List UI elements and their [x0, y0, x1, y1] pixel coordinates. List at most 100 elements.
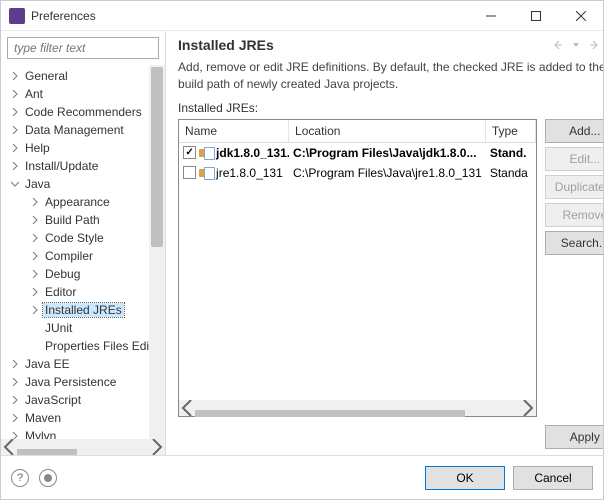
jre-checkbox[interactable]	[183, 166, 196, 179]
edit-button[interactable]: Edit...	[545, 147, 603, 171]
tree-item-label: Ant	[23, 87, 45, 101]
tree-item-label: Java	[23, 177, 52, 191]
tree-item-maven[interactable]: Maven	[1, 409, 165, 427]
tree-item-label: Code Recommenders	[23, 105, 144, 119]
jre-table[interactable]: Name Location Type ✓ jdk1.8.0_131...C:\Pr…	[178, 119, 537, 417]
chevron-right-icon[interactable]	[9, 412, 21, 424]
preferences-tree[interactable]: General Ant Code Recommenders Data Manageme…	[1, 65, 165, 439]
search-button[interactable]: Search...	[545, 231, 603, 255]
tree-item-java[interactable]: Java	[1, 175, 165, 193]
chevron-right-icon[interactable]	[29, 232, 41, 244]
tree-item-appearance[interactable]: Appearance	[1, 193, 165, 211]
jre-name: jdk1.8.0_131...	[216, 146, 289, 160]
help-icon[interactable]: ?	[11, 469, 29, 487]
oomph-record-icon[interactable]	[39, 469, 57, 487]
tree-item-label: Installed JREs	[43, 303, 124, 317]
column-location[interactable]: Location	[289, 120, 486, 142]
chevron-right-icon[interactable]	[9, 124, 21, 136]
jre-location: C:\Program Files\Java\jre1.8.0_131	[289, 166, 486, 180]
column-type[interactable]: Type	[486, 120, 536, 142]
chevron-right-icon[interactable]	[9, 430, 21, 439]
tree-item-label: Install/Update	[23, 159, 100, 173]
tree-item-label: Code Style	[43, 231, 106, 245]
tree-item-label: General	[23, 69, 70, 83]
tree-item-label: Appearance	[43, 195, 112, 209]
tree-item-compiler[interactable]: Compiler	[1, 247, 165, 265]
scroll-right-icon[interactable]	[149, 439, 165, 455]
tree-vertical-scrollbar[interactable]	[149, 65, 165, 439]
chevron-right-icon[interactable]	[29, 214, 41, 226]
chevron-right-icon[interactable]	[29, 286, 41, 298]
chevron-right-icon[interactable]	[29, 340, 41, 352]
duplicate-button[interactable]: Duplicate...	[545, 175, 603, 199]
tree-item-build-path[interactable]: Build Path	[1, 211, 165, 229]
chevron-right-icon[interactable]	[9, 358, 21, 370]
tree-item-installed-jres[interactable]: Installed JREs	[1, 301, 165, 319]
forward-icon[interactable]	[585, 40, 599, 50]
chevron-right-icon[interactable]	[9, 394, 21, 406]
tree-item-code-recommenders[interactable]: Code Recommenders	[1, 103, 165, 121]
chevron-right-icon[interactable]	[29, 304, 41, 316]
window-title: Preferences	[31, 9, 468, 23]
chevron-right-icon[interactable]	[9, 142, 21, 154]
apply-button[interactable]: Apply	[545, 425, 603, 449]
tree-item-general[interactable]: General	[1, 67, 165, 85]
tree-horizontal-scrollbar[interactable]	[1, 439, 165, 455]
jre-type: Standa	[486, 166, 536, 180]
jre-checkbox[interactable]: ✓	[183, 146, 196, 159]
tree-item-properties-files-editor[interactable]: Properties Files Editor	[1, 337, 165, 355]
tree-item-javascript[interactable]: JavaScript	[1, 391, 165, 409]
tree-item-label: Build Path	[43, 213, 102, 227]
chevron-right-icon[interactable]	[29, 322, 41, 334]
jre-button-column: Add... Edit... Duplicate... Remove Searc…	[545, 119, 603, 417]
tree-item-label: Properties Files Editor	[43, 339, 165, 353]
tree-item-label: Data Management	[23, 123, 126, 137]
back-icon[interactable]	[553, 40, 567, 50]
tree-item-editor[interactable]: Editor	[1, 283, 165, 301]
tree-item-label: Mylyn	[23, 429, 58, 439]
tree-item-debug[interactable]: Debug	[1, 265, 165, 283]
tree-item-code-style[interactable]: Code Style	[1, 229, 165, 247]
table-row[interactable]: ✓ jdk1.8.0_131...C:\Program Files\Java\jd…	[179, 143, 536, 163]
scroll-right-icon[interactable]	[520, 400, 536, 416]
close-button[interactable]	[558, 1, 603, 30]
tree-item-data-management[interactable]: Data Management	[1, 121, 165, 139]
chevron-down-icon[interactable]	[9, 178, 21, 190]
jre-name: jre1.8.0_131	[216, 166, 283, 180]
jre-icon	[199, 167, 213, 179]
tree-item-junit[interactable]: JUnit	[1, 319, 165, 337]
chevron-right-icon[interactable]	[29, 196, 41, 208]
page-nav-icons	[553, 40, 603, 50]
column-name[interactable]: Name	[179, 120, 289, 142]
chevron-right-icon[interactable]	[9, 88, 21, 100]
tree-item-install-update[interactable]: Install/Update	[1, 157, 165, 175]
chevron-right-icon[interactable]	[9, 376, 21, 388]
add-button[interactable]: Add...	[545, 119, 603, 143]
filter-input[interactable]	[7, 37, 159, 59]
tree-item-label: Help	[23, 141, 52, 155]
remove-button[interactable]: Remove	[545, 203, 603, 227]
cancel-button[interactable]: Cancel	[513, 466, 593, 490]
chevron-right-icon[interactable]	[9, 70, 21, 82]
tree-item-mylyn[interactable]: Mylyn	[1, 427, 165, 439]
ok-button[interactable]: OK	[425, 466, 505, 490]
table-row[interactable]: jre1.8.0_131 C:\Program Files\Java\jre1.8…	[179, 163, 536, 183]
tree-item-ant[interactable]: Ant	[1, 85, 165, 103]
maximize-button[interactable]	[513, 1, 558, 30]
minimize-button[interactable]	[468, 1, 513, 30]
table-header: Name Location Type	[179, 120, 536, 143]
tree-item-help[interactable]: Help	[1, 139, 165, 157]
scroll-left-icon[interactable]	[179, 400, 195, 416]
tree-item-label: Maven	[23, 411, 63, 425]
table-label: Installed JREs:	[166, 101, 603, 119]
tree-item-java-persistence[interactable]: Java Persistence	[1, 373, 165, 391]
scroll-left-icon[interactable]	[1, 439, 17, 455]
chevron-right-icon[interactable]	[9, 160, 21, 172]
table-horizontal-scrollbar[interactable]	[179, 400, 536, 416]
chevron-right-icon[interactable]	[29, 250, 41, 262]
chevron-right-icon[interactable]	[29, 268, 41, 280]
tree-item-java-ee[interactable]: Java EE	[1, 355, 165, 373]
jre-location: C:\Program Files\Java\jdk1.8.0...	[289, 146, 486, 160]
chevron-right-icon[interactable]	[9, 106, 21, 118]
dropdown-icon[interactable]	[573, 42, 579, 48]
